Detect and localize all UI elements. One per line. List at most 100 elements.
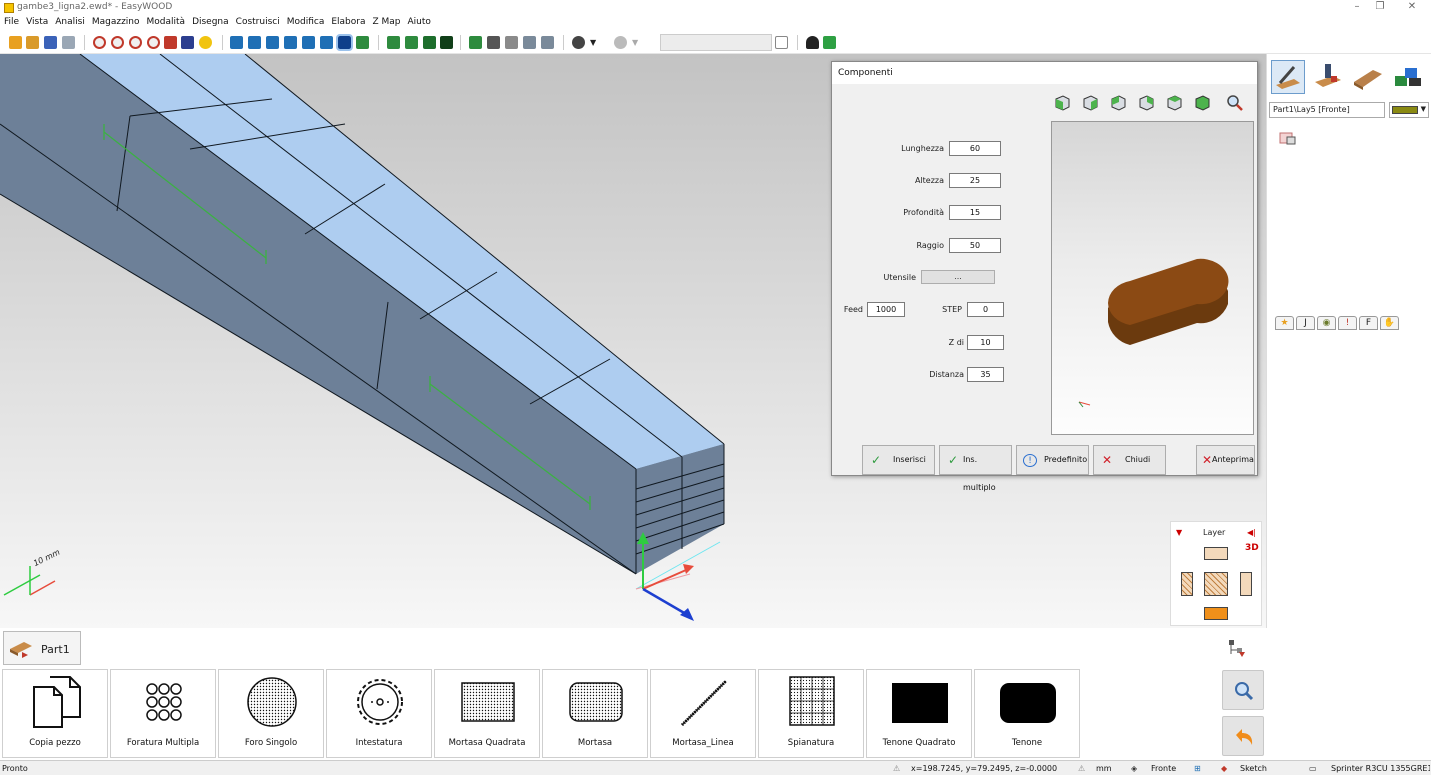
refresh-icon[interactable]	[775, 36, 788, 49]
cube-back-icon[interactable]	[1137, 93, 1156, 112]
part-tab[interactable]: Part1	[3, 631, 81, 665]
print-icon[interactable]	[62, 36, 75, 49]
layer-combo[interactable]	[660, 34, 772, 51]
menu-disegna[interactable]: Disegna	[188, 16, 232, 27]
new-file-icon[interactable]	[9, 36, 22, 49]
layer-face-top[interactable]	[1204, 547, 1228, 560]
report-icon[interactable]	[541, 36, 554, 49]
tab-j[interactable]: J	[1296, 316, 1315, 330]
menu-aiuto[interactable]: Aiuto	[404, 16, 434, 27]
view-cube-5-icon[interactable]	[302, 36, 315, 49]
zoom-in-icon[interactable]	[111, 36, 124, 49]
cube-left-icon[interactable]	[1109, 93, 1128, 112]
view-cube-1-icon[interactable]	[230, 36, 243, 49]
zdi-input[interactable]: 10	[967, 335, 1004, 350]
status-view[interactable]: Fronte	[1151, 764, 1176, 773]
menu-modifica[interactable]: Modifica	[283, 16, 328, 27]
menu-magazzino[interactable]: Magazzino	[88, 16, 143, 27]
save-icon[interactable]	[44, 36, 57, 49]
snapshot-icon[interactable]	[487, 36, 500, 49]
menu-zmap[interactable]: Z Map	[368, 16, 403, 27]
menu-elabora[interactable]: Elabora	[327, 16, 368, 27]
menu-file[interactable]: File	[0, 16, 22, 27]
layer-collapse-icon[interactable]: ▼	[1176, 528, 1182, 537]
layer-face-bottom[interactable]	[1204, 607, 1228, 620]
view-iso-icon[interactable]	[336, 34, 353, 51]
layer-tool-icon[interactable]	[1279, 130, 1297, 146]
wood-machine-icon[interactable]	[1311, 60, 1345, 94]
tab-favorites[interactable]: ★	[1275, 316, 1294, 330]
feed-input[interactable]: 1000	[867, 302, 905, 317]
layer-face-left[interactable]	[1181, 572, 1193, 596]
menu-analisi[interactable]: Analisi	[51, 16, 88, 27]
layer-face-right[interactable]	[1240, 572, 1252, 596]
palette-tenone-quadrato[interactable]: Tenone Quadrato	[866, 669, 972, 758]
measure-icon[interactable]	[469, 36, 482, 49]
chiudi-button[interactable]: ✕ Chiudi	[1093, 445, 1166, 475]
undo-dropdown-icon[interactable]: ▼	[590, 36, 603, 49]
undo-action-button[interactable]	[1222, 716, 1264, 756]
shade-wire-icon[interactable]	[387, 36, 400, 49]
palette-copia-pezzo[interactable]: Copia pezzo	[2, 669, 108, 758]
shade-solid-icon[interactable]	[423, 36, 436, 49]
cube-front-icon[interactable]	[1053, 93, 1072, 112]
user-icon[interactable]	[806, 36, 819, 49]
lunghezza-input[interactable]: 60	[949, 141, 1001, 156]
anteprima-button[interactable]: ✕ Anteprima	[1196, 445, 1255, 475]
redo-icon[interactable]	[614, 36, 627, 49]
maximize-button[interactable]: ❐	[1367, 0, 1393, 14]
menu-costruisci[interactable]: Costruisci	[232, 16, 283, 27]
tree-export-icon[interactable]	[1226, 638, 1248, 658]
pencil-wood-icon[interactable]	[1271, 60, 1305, 94]
view-cube-6-icon[interactable]	[320, 36, 333, 49]
status-mode[interactable]: Sketch	[1240, 764, 1267, 773]
zoom-all-icon[interactable]	[147, 36, 160, 49]
cube-right-icon[interactable]	[1081, 93, 1100, 112]
step-input[interactable]: 0	[967, 302, 1004, 317]
palette-mortasa-linea[interactable]: Mortasa_Linea	[650, 669, 756, 758]
zoom-window-icon[interactable]	[93, 36, 106, 49]
close-button[interactable]: ✕	[1399, 0, 1425, 14]
tools-icon[interactable]	[523, 36, 536, 49]
layer-select[interactable]: Part1\Lay5 [Fronte]	[1269, 102, 1385, 118]
cube-iso-icon[interactable]	[1193, 93, 1212, 112]
palette-intestatura[interactable]: Intestatura	[326, 669, 432, 758]
altezza-input[interactable]: 25	[949, 173, 1001, 188]
tab-wood[interactable]: ◉	[1317, 316, 1336, 330]
inserisci-button[interactable]: ✓ Inserisci	[862, 445, 935, 475]
distanza-input[interactable]: 35	[967, 367, 1004, 382]
palette-mortasa-quadrata[interactable]: Mortasa Quadrata	[434, 669, 540, 758]
open-folder-icon[interactable]	[26, 36, 39, 49]
undo-icon[interactable]	[572, 36, 585, 49]
palette-foratura-multipla[interactable]: Foratura Multipla	[110, 669, 216, 758]
redraw-icon[interactable]	[181, 36, 194, 49]
ins-multiplo-button[interactable]: ✓ Ins. multiplo	[939, 445, 1012, 492]
status-machine[interactable]: Sprinter R3CU 1355GRE18	[1331, 764, 1430, 773]
shade-hidden-icon[interactable]	[405, 36, 418, 49]
raggio-input[interactable]: 50	[949, 238, 1001, 253]
lightbulb-icon[interactable]	[199, 36, 212, 49]
zoom-icon[interactable]	[1225, 93, 1244, 112]
view-cube-3-icon[interactable]	[266, 36, 279, 49]
mirror-icon[interactable]	[505, 36, 518, 49]
redo-dropdown-icon[interactable]: ▼	[632, 36, 645, 49]
status-units[interactable]: mm	[1096, 764, 1112, 773]
colored-blocks-icon[interactable]	[1391, 60, 1425, 94]
menu-modalita[interactable]: Modalità	[143, 16, 189, 27]
profondita-input[interactable]: 15	[949, 205, 1001, 220]
zoom-out-icon[interactable]	[129, 36, 142, 49]
view-cube-2-icon[interactable]	[248, 36, 261, 49]
mail-icon[interactable]	[823, 36, 836, 49]
palette-tenone[interactable]: Tenone	[974, 669, 1080, 758]
color-select[interactable]: ▼	[1389, 102, 1429, 118]
view-move-icon[interactable]	[356, 36, 369, 49]
layer-3d-toggle[interactable]: 3D	[1245, 543, 1259, 553]
shade-full-icon[interactable]	[440, 36, 453, 49]
layer-face-front[interactable]	[1204, 572, 1228, 596]
pan-hand-icon[interactable]	[164, 36, 177, 49]
utensile-picker-button[interactable]: ...	[921, 270, 995, 284]
palette-mortasa[interactable]: Mortasa	[542, 669, 648, 758]
tab-hand[interactable]: ✋	[1380, 316, 1399, 330]
menu-vista[interactable]: Vista	[22, 16, 51, 27]
tab-f[interactable]: F	[1359, 316, 1378, 330]
